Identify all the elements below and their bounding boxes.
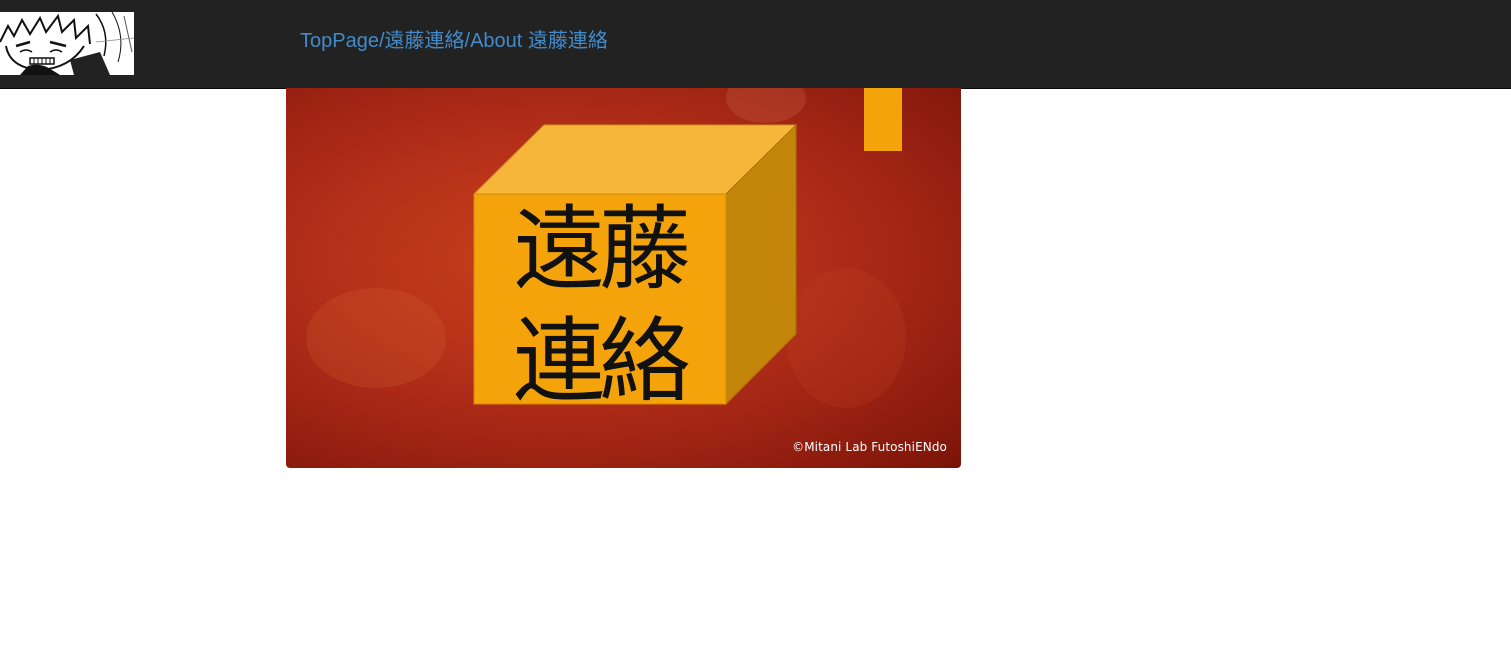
breadcrumb-link-toppage[interactable]: TopPage: [300, 30, 379, 52]
banner-tab: [864, 88, 902, 151]
copyright-credit: ©Mitani Lab FutoshiENdo: [792, 440, 947, 454]
breadcrumb-link-about[interactable]: About 遠藤連絡: [470, 30, 608, 52]
manga-character-logo-icon: [0, 12, 134, 75]
box-title: 遠藤 連絡: [474, 194, 724, 418]
breadcrumb: TopPage/遠藤連絡/About 遠藤連絡: [300, 29, 608, 53]
site-logo[interactable]: [0, 12, 134, 75]
box-title-line-2: 連絡: [512, 308, 691, 415]
navbar: TopPage/遠藤連絡/About 遠藤連絡: [0, 0, 1511, 89]
hero-banner-image: 遠藤 連絡 ©Mitani Lab FutoshiENdo: [286, 88, 961, 468]
breadcrumb-link-endo-renraku[interactable]: 遠藤連絡: [385, 30, 465, 52]
box-title-line-1: 遠藤: [512, 196, 691, 303]
